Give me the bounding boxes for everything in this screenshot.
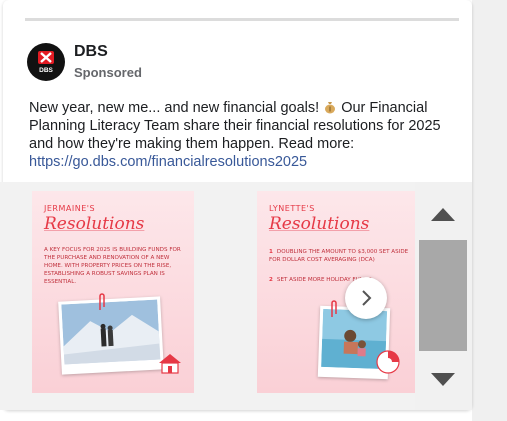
slide-1-title: Resolutions [44, 214, 145, 234]
slide-2-item-1-num: 1 [269, 249, 273, 255]
scrollbar-thumb[interactable] [419, 240, 467, 351]
triangle-up-icon[interactable] [430, 207, 456, 222]
right-gutter [472, 0, 507, 421]
slide-1-name: JERMAINE'S [44, 204, 96, 213]
dbs-logo-icon: DBS [38, 51, 54, 74]
carousel-next-button[interactable] [345, 277, 387, 319]
paperclip-icon [99, 293, 105, 310]
post-text: New year, new me... and new financial go… [29, 99, 461, 171]
house-icon [159, 354, 181, 374]
post-link[interactable]: https://go.dbs.com/financialresolutions2… [29, 154, 307, 170]
mountain-photo [61, 299, 161, 365]
avatar-text: DBS [39, 67, 53, 74]
carousel-slide-1[interactable]: JERMAINE'S Resolutions A KEY FOCUS FOR 2… [32, 191, 194, 393]
page-name[interactable]: DBS [74, 43, 108, 61]
slide-1-body: A KEY FOCUS FOR 2025 IS BUILDING FUNDS F… [44, 247, 181, 285]
slide-2-item-2-num: 2 [269, 277, 273, 283]
top-divider [25, 18, 459, 21]
slide-1-photo [58, 296, 164, 375]
slide-2-item-1-text: DOUBLING THE AMOUNT TO $3,000 SET ASIDE … [269, 249, 409, 263]
sponsored-label: Sponsored [74, 65, 142, 80]
avatar[interactable]: DBS [27, 43, 65, 81]
pie-chart-icon [376, 350, 400, 374]
carousel-slide-2[interactable]: LYNETTE'S Resolutions 1 DOUBLING THE AMOU… [257, 191, 419, 393]
chevron-right-icon [362, 290, 372, 306]
post-text-intro: New year, new me... and new financial go… [29, 100, 320, 116]
paperclip-icon [331, 300, 337, 317]
slide-2-name: LYNETTE'S [269, 204, 315, 213]
slide-2-item-1: 1 DOUBLING THE AMOUNT TO $3,000 SET ASIDE… [269, 248, 409, 264]
slide-2-item-2: 2 SET ASIDE MORE HOLIDAY FUNDS [269, 276, 409, 284]
triangle-down-icon[interactable] [430, 372, 456, 387]
slide-2-title: Resolutions [269, 214, 370, 234]
money-bag-icon [325, 102, 336, 114]
